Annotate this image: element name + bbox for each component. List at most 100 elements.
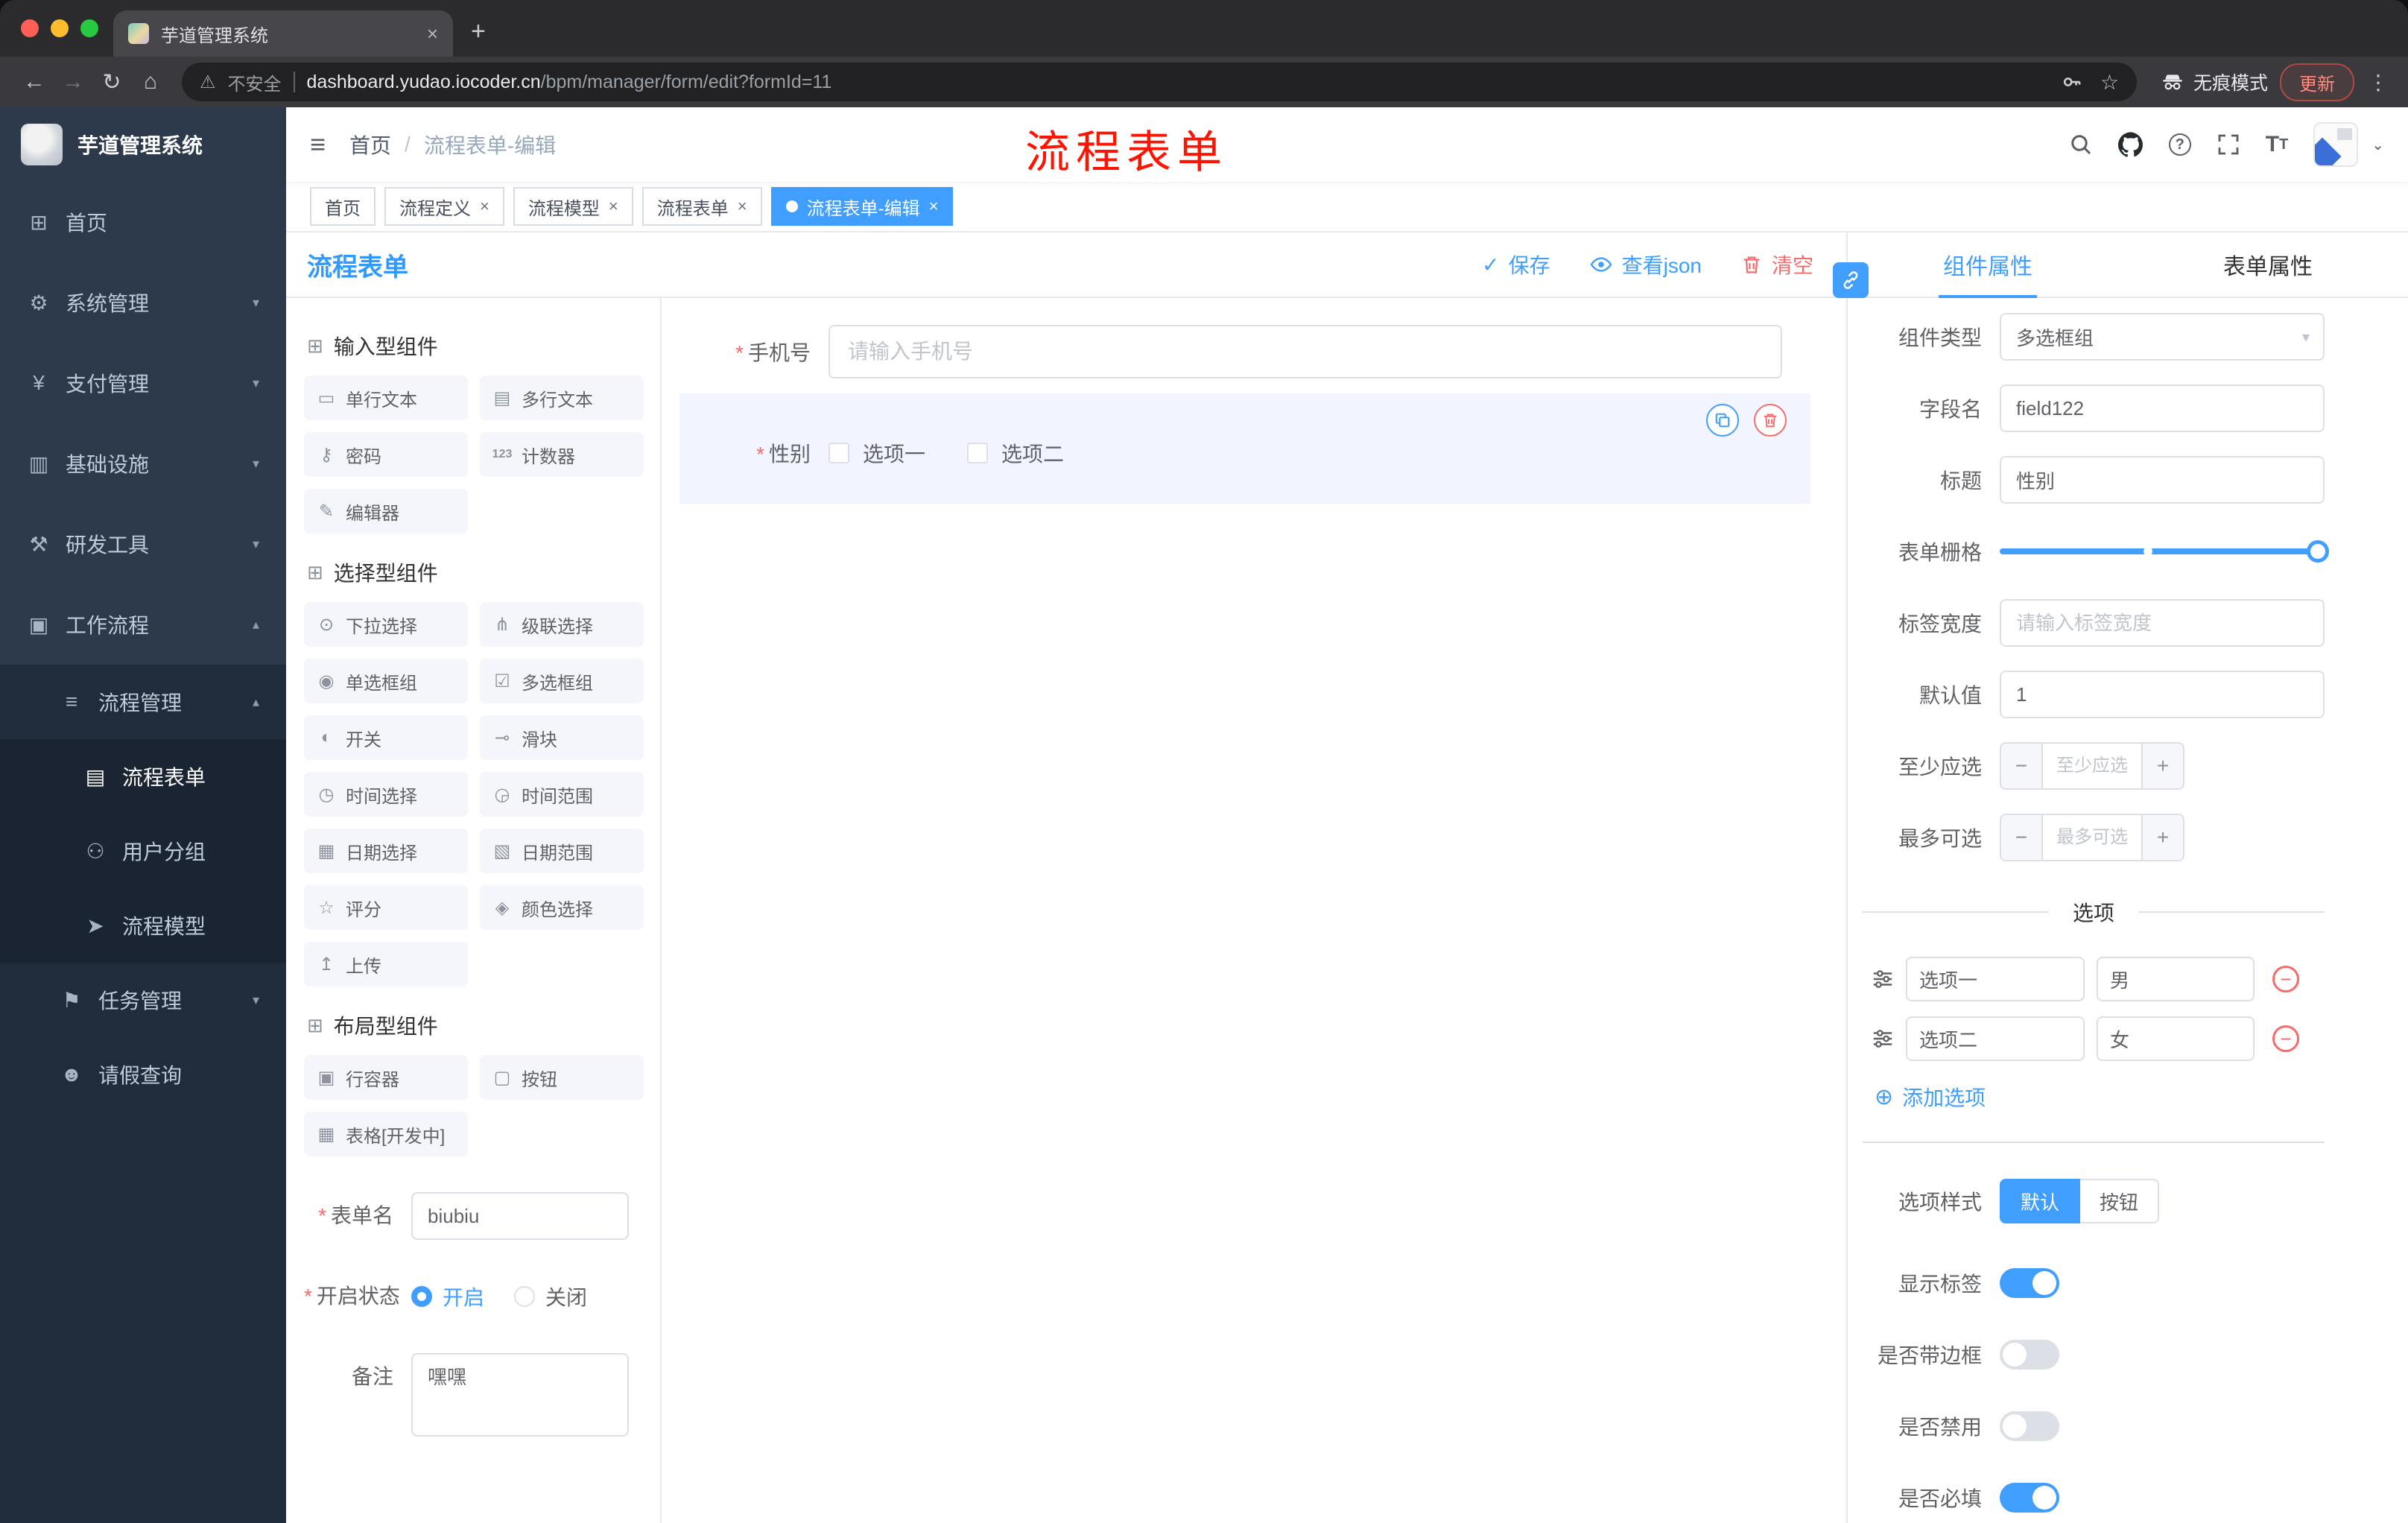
bookmark-star-icon[interactable]: ☆: [2100, 70, 2119, 95]
stepper-minus-button[interactable]: −: [2001, 744, 2043, 788]
palette-item-date-picker[interactable]: ▦ 日期选择: [304, 829, 468, 873]
breadcrumb-home[interactable]: 首页: [349, 130, 391, 159]
back-icon[interactable]: ←: [15, 69, 54, 95]
tag-process-form[interactable]: 流程表单 ×: [641, 187, 762, 226]
stepper-minus-button[interactable]: −: [2001, 815, 2043, 860]
tag-close-icon[interactable]: ×: [480, 197, 489, 216]
sidebar-item-dev-tools[interactable]: ⚒ 研发工具 ▾: [0, 504, 286, 584]
remove-option-button[interactable]: −: [2272, 1025, 2299, 1052]
palette-item-radio-group[interactable]: ◉ 单选框组: [304, 659, 468, 703]
add-option-button[interactable]: ⊕ 添加选项: [1875, 1082, 2325, 1112]
search-icon[interactable]: [2069, 133, 2093, 156]
palette-item-checkbox-group[interactable]: ☑ 多选框组: [480, 659, 644, 703]
copy-field-button[interactable]: [1706, 404, 1739, 437]
delete-field-button[interactable]: [1754, 404, 1787, 437]
sidebar-logo[interactable]: 芋道管理系统: [0, 107, 286, 182]
canvas-field-gender-selected[interactable]: * 性别 选项一 选项二: [679, 393, 1810, 504]
drag-handle-icon[interactable]: [1872, 1028, 1894, 1050]
sidebar-item-user-groups[interactable]: ⚇ 用户分组: [0, 814, 286, 888]
palette-item-multi-line-text[interactable]: ▤ 多行文本: [480, 376, 644, 420]
address-bar[interactable]: ⚠ 不安全 dashboard.yudao.iocoder.cn/bpm/man…: [182, 63, 2137, 101]
reload-icon[interactable]: ↻: [92, 69, 131, 95]
radio-status-on[interactable]: 开启: [411, 1282, 484, 1311]
browser-menu-icon[interactable]: ⋮: [2363, 70, 2393, 95]
sidebar-item-process-form[interactable]: ▤ 流程表单: [0, 739, 286, 814]
clear-button[interactable]: 清空: [1740, 250, 1813, 279]
default-value-input[interactable]: [2000, 671, 2325, 718]
palette-item-upload[interactable]: ↥ 上传: [304, 942, 468, 987]
sidebar-item-payment-management[interactable]: ¥ 支付管理 ▾: [0, 343, 286, 423]
tag-close-icon[interactable]: ×: [929, 197, 939, 216]
canvas-field-phone[interactable]: * 手机号: [679, 325, 1810, 379]
radio-status-off[interactable]: 关闭: [514, 1282, 587, 1311]
tag-home[interactable]: 首页: [310, 187, 376, 226]
option-style-default[interactable]: 默认: [2000, 1179, 2081, 1223]
close-window-button[interactable]: [21, 19, 39, 37]
palette-item-table[interactable]: ▦ 表格[开发中]: [304, 1112, 468, 1156]
palette-item-editor[interactable]: ✎ 编辑器: [304, 489, 468, 533]
tab-component-props[interactable]: 组件属性: [1848, 232, 2128, 297]
github-icon[interactable]: [2117, 132, 2144, 157]
field-name-input[interactable]: [2000, 384, 2325, 432]
option-1-value-input[interactable]: [2097, 957, 2255, 1001]
sidebar-item-system-management[interactable]: ⚙ 系统管理 ▾: [0, 262, 286, 343]
palette-item-counter[interactable]: 123 计数器: [480, 432, 644, 477]
font-size-icon[interactable]: TT: [2266, 132, 2289, 157]
stepper-plus-button[interactable]: +: [2141, 744, 2183, 788]
phone-input[interactable]: [828, 325, 1782, 379]
tag-process-form-edit[interactable]: 流程表单-编辑 ×: [770, 187, 954, 226]
slider-handle[interactable]: [2307, 540, 2329, 563]
hamburger-icon[interactable]: ≡: [310, 129, 326, 160]
palette-item-switch[interactable]: ◐ 开关: [304, 715, 468, 760]
tag-process-model[interactable]: 流程模型 ×: [513, 187, 633, 226]
save-button[interactable]: ✓ 保存: [1482, 250, 1550, 279]
with-border-toggle[interactable]: [2000, 1340, 2059, 1370]
show-label-toggle[interactable]: [2000, 1268, 2059, 1298]
drag-handle-icon[interactable]: [1872, 968, 1894, 990]
browser-update-button[interactable]: 更新: [2280, 63, 2354, 101]
view-json-button[interactable]: 查看json: [1589, 250, 1702, 279]
option-1-name-input[interactable]: [1906, 957, 2085, 1001]
sidebar-item-task-management[interactable]: ⚑ 任务管理 ▾: [0, 963, 286, 1037]
sidebar-item-workflow[interactable]: ▣ 工作流程 ▴: [0, 584, 286, 665]
form-grid-slider[interactable]: [2000, 540, 2329, 563]
panel-collapse-handle[interactable]: [1833, 262, 1869, 298]
home-icon[interactable]: ⌂: [131, 69, 170, 95]
sidebar-item-process-management[interactable]: ≡ 流程管理 ▴: [0, 665, 286, 739]
help-icon[interactable]: ?: [2168, 133, 2191, 156]
maximize-window-button[interactable]: [80, 19, 98, 37]
sidebar-item-infrastructure[interactable]: ▥ 基础设施 ▾: [0, 423, 286, 504]
forward-icon[interactable]: →: [54, 69, 92, 95]
stepper-plus-button[interactable]: +: [2141, 815, 2183, 860]
minimize-window-button[interactable]: [51, 19, 69, 37]
form-remark-textarea[interactable]: 嘿嘿: [411, 1353, 629, 1437]
option-2-name-input[interactable]: [1906, 1016, 2085, 1061]
tag-close-icon[interactable]: ×: [738, 197, 747, 216]
palette-item-rate[interactable]: ☆ 评分: [304, 885, 468, 930]
form-canvas[interactable]: * 手机号 请输入手机号 * 性别 选项一 选项二: [662, 298, 1846, 1523]
palette-item-row-container[interactable]: ▣ 行容器: [304, 1055, 468, 1100]
option-2-value-input[interactable]: [2097, 1016, 2255, 1061]
avatar-caret-icon[interactable]: ⌄: [2371, 136, 2384, 154]
palette-item-time-range[interactable]: ◶ 时间范围: [480, 772, 644, 817]
palette-item-slider[interactable]: ⊸ 滑块: [480, 715, 644, 760]
palette-item-select[interactable]: ⊙ 下拉选择: [304, 602, 468, 647]
tab-close-icon[interactable]: ×: [427, 22, 438, 45]
palette-item-cascader[interactable]: ⋔ 级联选择: [480, 602, 644, 647]
max-select-input[interactable]: [2043, 815, 2141, 860]
component-type-select[interactable]: 多选框组 ▾: [2000, 313, 2325, 361]
palette-item-single-line-text[interactable]: ▭ 单行文本: [304, 376, 468, 420]
required-toggle[interactable]: [2000, 1483, 2059, 1513]
disabled-toggle[interactable]: [2000, 1411, 2059, 1441]
palette-item-time-picker[interactable]: ◷ 时间选择: [304, 772, 468, 817]
palette-item-date-range[interactable]: ▧ 日期范围: [480, 829, 644, 873]
min-select-input[interactable]: [2043, 744, 2141, 788]
tab-form-props[interactable]: 表单属性: [2128, 232, 2408, 297]
checkbox-option-1[interactable]: 选项一: [828, 438, 925, 468]
fullscreen-icon[interactable]: [2217, 133, 2240, 156]
password-key-icon[interactable]: [2062, 72, 2082, 92]
palette-item-color-picker[interactable]: ◈ 颜色选择: [480, 885, 644, 930]
remove-option-button[interactable]: −: [2272, 966, 2299, 992]
option-style-button[interactable]: 按钮: [2080, 1179, 2160, 1223]
sidebar-item-home[interactable]: ⊞ 首页: [0, 182, 286, 262]
